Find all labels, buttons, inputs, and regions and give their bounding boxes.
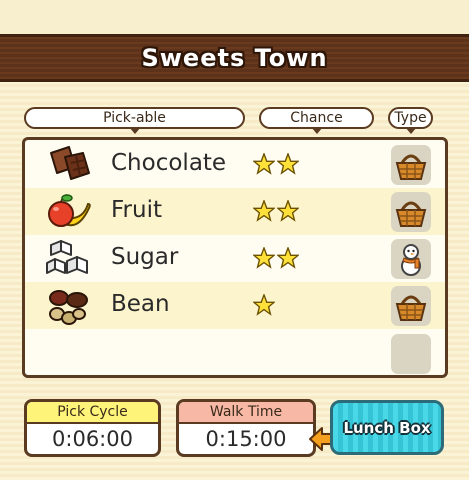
walk-time-box: Walk Time 0:15:00 — [176, 399, 316, 457]
basket-icon — [395, 201, 427, 227]
lunch-box-label: Lunch Box — [343, 418, 431, 437]
star-icon — [277, 153, 299, 175]
star-icon — [277, 247, 299, 269]
chocolate-icon — [50, 146, 90, 180]
snowman-icon — [401, 244, 421, 276]
sugar-cubes-icon — [46, 240, 88, 274]
list-item: Chocolate — [25, 141, 445, 188]
star-icon — [277, 200, 299, 222]
type-slot — [391, 145, 431, 185]
lunch-box-button[interactable]: Lunch Box — [330, 400, 444, 455]
star-icon — [253, 247, 275, 269]
type-slot — [391, 239, 431, 279]
top-strip — [0, 0, 469, 34]
list-item: Sugar — [25, 235, 445, 282]
beans-icon — [49, 290, 88, 325]
pick-cycle-box: Pick Cycle 0:06:00 — [24, 399, 161, 457]
walk-time-label: Walk Time — [179, 402, 313, 424]
page-title: Sweets Town — [141, 44, 328, 72]
column-header-pickable: Pick-able — [24, 107, 245, 134]
star-icon — [253, 294, 275, 316]
walk-time-value: 0:15:00 — [205, 427, 287, 451]
item-list-panel: Chocolate Fruit Sugar Bean — [22, 137, 448, 378]
star-icon — [253, 200, 275, 222]
chance-stars — [253, 153, 299, 177]
star-icon — [253, 153, 275, 175]
chance-stars — [253, 247, 299, 271]
column-header-type: Type — [388, 107, 433, 134]
basket-icon — [395, 295, 427, 321]
pick-cycle-label: Pick Cycle — [27, 402, 158, 424]
list-item: Fruit — [25, 188, 445, 235]
fruit-icon — [48, 194, 91, 227]
item-name: Sugar — [111, 244, 179, 270]
basket-icon — [395, 154, 427, 180]
type-slot — [391, 286, 431, 326]
item-name: Fruit — [111, 197, 162, 223]
item-name: Bean — [111, 291, 170, 317]
empty-type-slot — [391, 334, 431, 374]
chance-stars — [253, 200, 299, 224]
title-bar: Sweets Town — [0, 34, 469, 82]
list-item: Bean — [25, 282, 445, 329]
item-name: Chocolate — [111, 150, 227, 176]
type-slot — [391, 192, 431, 232]
column-header-chance: Chance — [259, 107, 374, 134]
chance-stars — [253, 294, 275, 318]
pick-cycle-value: 0:06:00 — [52, 427, 133, 451]
